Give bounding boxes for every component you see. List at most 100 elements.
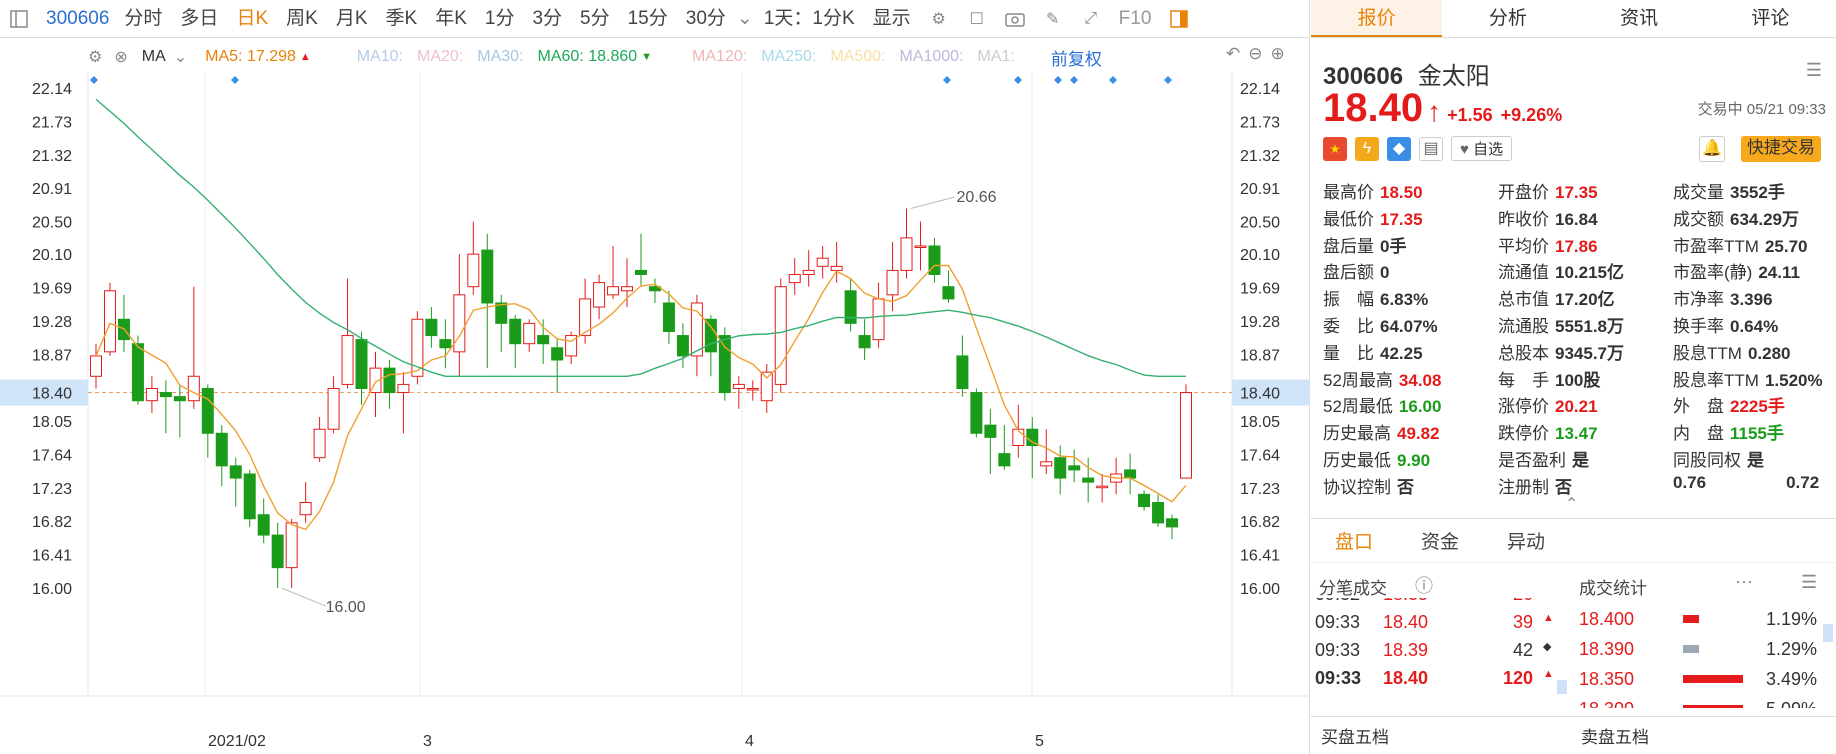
tag-icon[interactable]: ◆ <box>1387 136 1411 161</box>
period-tab-15min[interactable]: 15分 <box>619 0 677 38</box>
period-tab-year[interactable]: 年K <box>426 0 476 38</box>
period-tab-week[interactable]: 周K <box>277 0 327 38</box>
more-icon[interactable]: ⋯ <box>1735 572 1753 593</box>
period-tab-3min[interactable]: 3分 <box>523 0 571 38</box>
candle-body <box>886 269 899 296</box>
stats-price: 18.400 <box>1579 608 1635 629</box>
pencil-icon[interactable]: ✎ <box>1042 8 1064 30</box>
candle-body <box>523 322 536 345</box>
stats-title: 成交统计 <box>1579 579 1647 598</box>
sell5-label[interactable]: 卖盘五档 <box>1581 723 1649 748</box>
flag-icon[interactable]: ★ <box>1323 136 1347 161</box>
fullscreen-icon[interactable]: ⤢ <box>1080 8 1102 30</box>
tick-volume: 120 <box>1502 668 1533 688</box>
settings-gear-icon[interactable]: ⚙ <box>928 8 950 30</box>
ticks-scrollbar[interactable] <box>1557 680 1567 694</box>
tab-funds[interactable]: 资金 <box>1397 527 1483 554</box>
y-tick-label-left: 17.23 <box>32 481 72 498</box>
quote-row: 盘后额 0 流通值 10.215亿 市盈率(静) 24.11 <box>1323 258 1836 283</box>
quote-label: 注册制 <box>1498 477 1549 497</box>
stats-row: 18.400 1.19% <box>1573 604 1823 634</box>
candle-body <box>453 294 466 353</box>
event-marker <box>1054 76 1062 84</box>
y-tick-label-left: 22.14 <box>32 81 72 98</box>
quote-value: 17.86 <box>1555 236 1598 256</box>
quote-value: 25.70 <box>1764 236 1808 256</box>
candle-body <box>872 298 885 341</box>
adjust-button[interactable]: 前复权 <box>1051 45 1102 70</box>
square-icon[interactable]: ☐ <box>966 8 988 30</box>
bell-icon[interactable]: 🔔 <box>1699 136 1725 162</box>
y-tick-label-left: 21.73 <box>32 114 72 131</box>
list-icon[interactable]: ☰ <box>1801 572 1817 593</box>
camera-icon[interactable] <box>1004 8 1026 30</box>
lightning-icon[interactable]: ϟ <box>1355 136 1379 161</box>
close-icon[interactable]: ⊗ <box>114 47 127 67</box>
tab-abnormal[interactable]: 异动 <box>1483 527 1569 554</box>
quote-value: 100股 <box>1555 370 1601 390</box>
quote-value: 3552手 <box>1730 183 1785 202</box>
y-tick-label-left: 18.05 <box>32 414 72 431</box>
ma-label[interactable]: MA <box>142 48 166 66</box>
chevron-down-icon[interactable]: ⌄ <box>735 0 755 38</box>
sidebar-toggle-icon[interactable] <box>8 8 30 30</box>
stats-scrollbar[interactable] <box>1823 624 1833 642</box>
trade-status: 交易中 05/21 09:33 <box>1697 101 1826 118</box>
tab-quote[interactable]: 报价 <box>1311 0 1443 37</box>
zoom-in-icon[interactable]: ⊕ <box>1271 44 1285 64</box>
y-tick-label-right: 16.00 <box>1240 581 1280 598</box>
stock-code[interactable]: 300606 <box>38 0 115 38</box>
period-tab-month[interactable]: 月K <box>327 0 377 38</box>
undo-icon[interactable]: ↶ <box>1226 44 1240 64</box>
period-tab-quarter[interactable]: 季K <box>377 0 427 38</box>
period-tab-fenshi[interactable]: 分时 <box>115 0 171 38</box>
y-tick-label-left: 21.32 <box>32 148 72 165</box>
list-icon[interactable]: ☰ <box>1806 60 1822 81</box>
period-select[interactable]: 1天：1分K <box>755 0 864 38</box>
tab-news[interactable]: 资讯 <box>1574 0 1705 37</box>
quote-label: 协议控制 <box>1323 477 1391 497</box>
quote-cell: 市净率 3.396 <box>1673 285 1836 310</box>
period-tab-duori[interactable]: 多日 <box>171 0 227 38</box>
quote-cell: 流通股 5551.8万 <box>1498 312 1673 337</box>
period-tab-1min[interactable]: 1分 <box>476 0 524 38</box>
tab-comments[interactable]: 评论 <box>1705 0 1836 37</box>
candle-body <box>509 318 522 345</box>
ticks-title: 分笔成交 <box>1319 579 1387 598</box>
quote-cell: 换手率 0.64% <box>1673 312 1836 337</box>
quote-value: 17.20亿 <box>1555 290 1615 310</box>
display-menu[interactable]: 显示 <box>864 0 920 38</box>
panel-toggle-icon[interactable] <box>1168 8 1190 30</box>
quote-cell: 流通值 10.215亿 <box>1498 258 1673 283</box>
y-tick-label-left: 20.50 <box>32 215 72 232</box>
buy5-label[interactable]: 买盘五档 <box>1321 723 1581 748</box>
tab-pankou[interactable]: 盘口 <box>1311 527 1397 554</box>
settings-icon[interactable]: ⚙ <box>88 47 102 67</box>
quote-value: 16.00 <box>1398 397 1442 417</box>
candle-body <box>704 318 717 353</box>
tick-time: 09:33 <box>1315 612 1361 632</box>
tick-volume: 26 <box>1483 598 1533 612</box>
collapse-icon[interactable]: ⌃ <box>1565 494 1578 514</box>
period-tab-5min[interactable]: 5分 <box>571 0 619 38</box>
f10-button[interactable]: F10 <box>1110 0 1161 38</box>
period-tab-day[interactable]: 日K <box>227 0 277 38</box>
candle-body <box>774 286 787 385</box>
candle-body <box>984 424 997 438</box>
quote-cell: 股息TTM 0.280 <box>1673 339 1836 364</box>
watchlist-button[interactable]: ♥ 自选 <box>1451 136 1513 161</box>
y-tick-label-left: 20.91 <box>32 181 72 198</box>
tab-analysis[interactable]: 分析 <box>1442 0 1573 37</box>
bookmark-icon[interactable]: ▤ <box>1419 136 1443 161</box>
candle-body <box>201 387 214 434</box>
help-icon[interactable]: ⓘ <box>1415 572 1433 598</box>
period-tab-30min[interactable]: 30分 <box>677 0 735 38</box>
candle-body <box>1138 493 1151 508</box>
quote-value: 9.90 <box>1397 451 1431 470</box>
fast-trade-button[interactable]: 快捷交易 <box>1741 136 1821 162</box>
quote-value: 0.280 <box>1747 343 1791 363</box>
zoom-out-icon[interactable]: ⊖ <box>1248 44 1262 64</box>
chevron-down-icon[interactable]: ⌄ <box>174 47 187 67</box>
ma5-line <box>95 264 1187 531</box>
kline-chart[interactable]: 22.14 22.14 21.73 21.73 21.32 21.32 20.91 20.91… <box>0 72 1310 752</box>
